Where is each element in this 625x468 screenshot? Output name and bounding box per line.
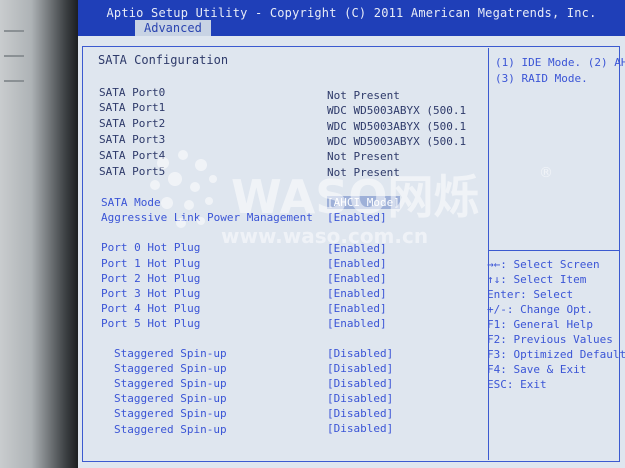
- hot-plug-value[interactable]: [Enabled]: [327, 257, 387, 270]
- alpm-value[interactable]: [Enabled]: [327, 211, 387, 224]
- monitor-bezel: [0, 0, 78, 468]
- sata-mode-label[interactable]: SATA Mode: [101, 196, 161, 209]
- hot-plug-value[interactable]: [Enabled]: [327, 317, 387, 330]
- port-label: SATA Port4: [99, 149, 166, 162]
- key-help-line: +/-: Change Opt.: [487, 303, 593, 316]
- bios-screen: Aptio Setup Utility - Copyright (C) 2011…: [78, 0, 625, 468]
- bezel-reflection: [4, 55, 24, 57]
- hot-plug-label[interactable]: Port 4 Hot Plug: [101, 302, 200, 315]
- port-label: SATA Port0: [99, 86, 166, 99]
- hot-plug-value[interactable]: [Enabled]: [327, 242, 387, 255]
- port-label: SATA Port3: [99, 133, 166, 146]
- port-label: SATA Port5: [99, 165, 166, 178]
- staggered-value[interactable]: [Disabled]: [327, 362, 393, 375]
- hot-plug-value[interactable]: [Enabled]: [327, 287, 387, 300]
- hot-plug-label[interactable]: Port 0 Hot Plug: [101, 241, 200, 254]
- app-title: Aptio Setup Utility - Copyright (C) 2011…: [106, 6, 597, 20]
- staggered-label[interactable]: Staggered Spin-up: [114, 377, 227, 390]
- bezel-reflection: [4, 30, 24, 32]
- staggered-label[interactable]: Staggered Spin-up: [114, 407, 227, 420]
- staggered-value[interactable]: [Disabled]: [327, 377, 393, 390]
- port-value: Not Present: [327, 89, 400, 102]
- hot-plug-label[interactable]: Port 5 Hot Plug: [101, 317, 200, 330]
- key-help-line: ESC: Exit: [487, 378, 547, 391]
- port-value: WDC WD5003ABYX (500.1: [327, 120, 467, 133]
- key-help-line: ↑↓: Select Item: [487, 273, 587, 286]
- staggered-label[interactable]: Staggered Spin-up: [114, 362, 227, 375]
- title-bar: Aptio Setup Utility - Copyright (C) 2011…: [78, 0, 625, 36]
- key-help-line: F2: Previous Values: [487, 333, 613, 346]
- key-help-line: F1: General Help: [487, 318, 593, 331]
- key-help-line: →←: Select Screen: [487, 258, 600, 271]
- tab-advanced[interactable]: Advanced: [135, 20, 211, 36]
- port-value: Not Present: [327, 166, 400, 179]
- port-value: WDC WD5003ABYX (500.1: [327, 104, 467, 117]
- key-help-line: F3: Optimized Defaults: [487, 348, 625, 361]
- staggered-label[interactable]: Staggered Spin-up: [114, 392, 227, 405]
- page-heading: SATA Configuration: [98, 53, 229, 67]
- help-divider: [489, 250, 620, 251]
- hot-plug-label[interactable]: Port 3 Hot Plug: [101, 287, 200, 300]
- staggered-label[interactable]: Staggered Spin-up: [114, 423, 227, 436]
- staggered-label[interactable]: Staggered Spin-up: [114, 347, 227, 360]
- hot-plug-label[interactable]: Port 1 Hot Plug: [101, 257, 200, 270]
- key-help-line: F4: Save & Exit: [487, 363, 587, 376]
- key-help-line: Enter: Select: [487, 288, 574, 301]
- hot-plug-value[interactable]: [Enabled]: [327, 272, 387, 285]
- staggered-value[interactable]: [Disabled]: [327, 422, 393, 435]
- hot-plug-value[interactable]: [Enabled]: [327, 302, 387, 315]
- bezel-reflection: [4, 80, 24, 82]
- port-label: SATA Port2: [99, 117, 166, 130]
- staggered-value[interactable]: [Disabled]: [327, 407, 393, 420]
- staggered-value[interactable]: [Disabled]: [327, 392, 393, 405]
- sata-mode-value[interactable]: [AHCI Mode]: [327, 196, 400, 209]
- help-line: (1) IDE Mode. (2) AHCI: [495, 56, 625, 69]
- staggered-value[interactable]: [Disabled]: [327, 347, 393, 360]
- help-line: (3) RAID Mode.: [495, 72, 588, 85]
- hot-plug-label[interactable]: Port 2 Hot Plug: [101, 272, 200, 285]
- port-value: Not Present: [327, 150, 400, 163]
- port-label: SATA Port1: [99, 101, 166, 114]
- alpm-label[interactable]: Aggressive Link Power Management: [101, 211, 313, 224]
- port-value: WDC WD5003ABYX (500.1: [327, 135, 467, 148]
- panel-divider: [488, 48, 489, 460]
